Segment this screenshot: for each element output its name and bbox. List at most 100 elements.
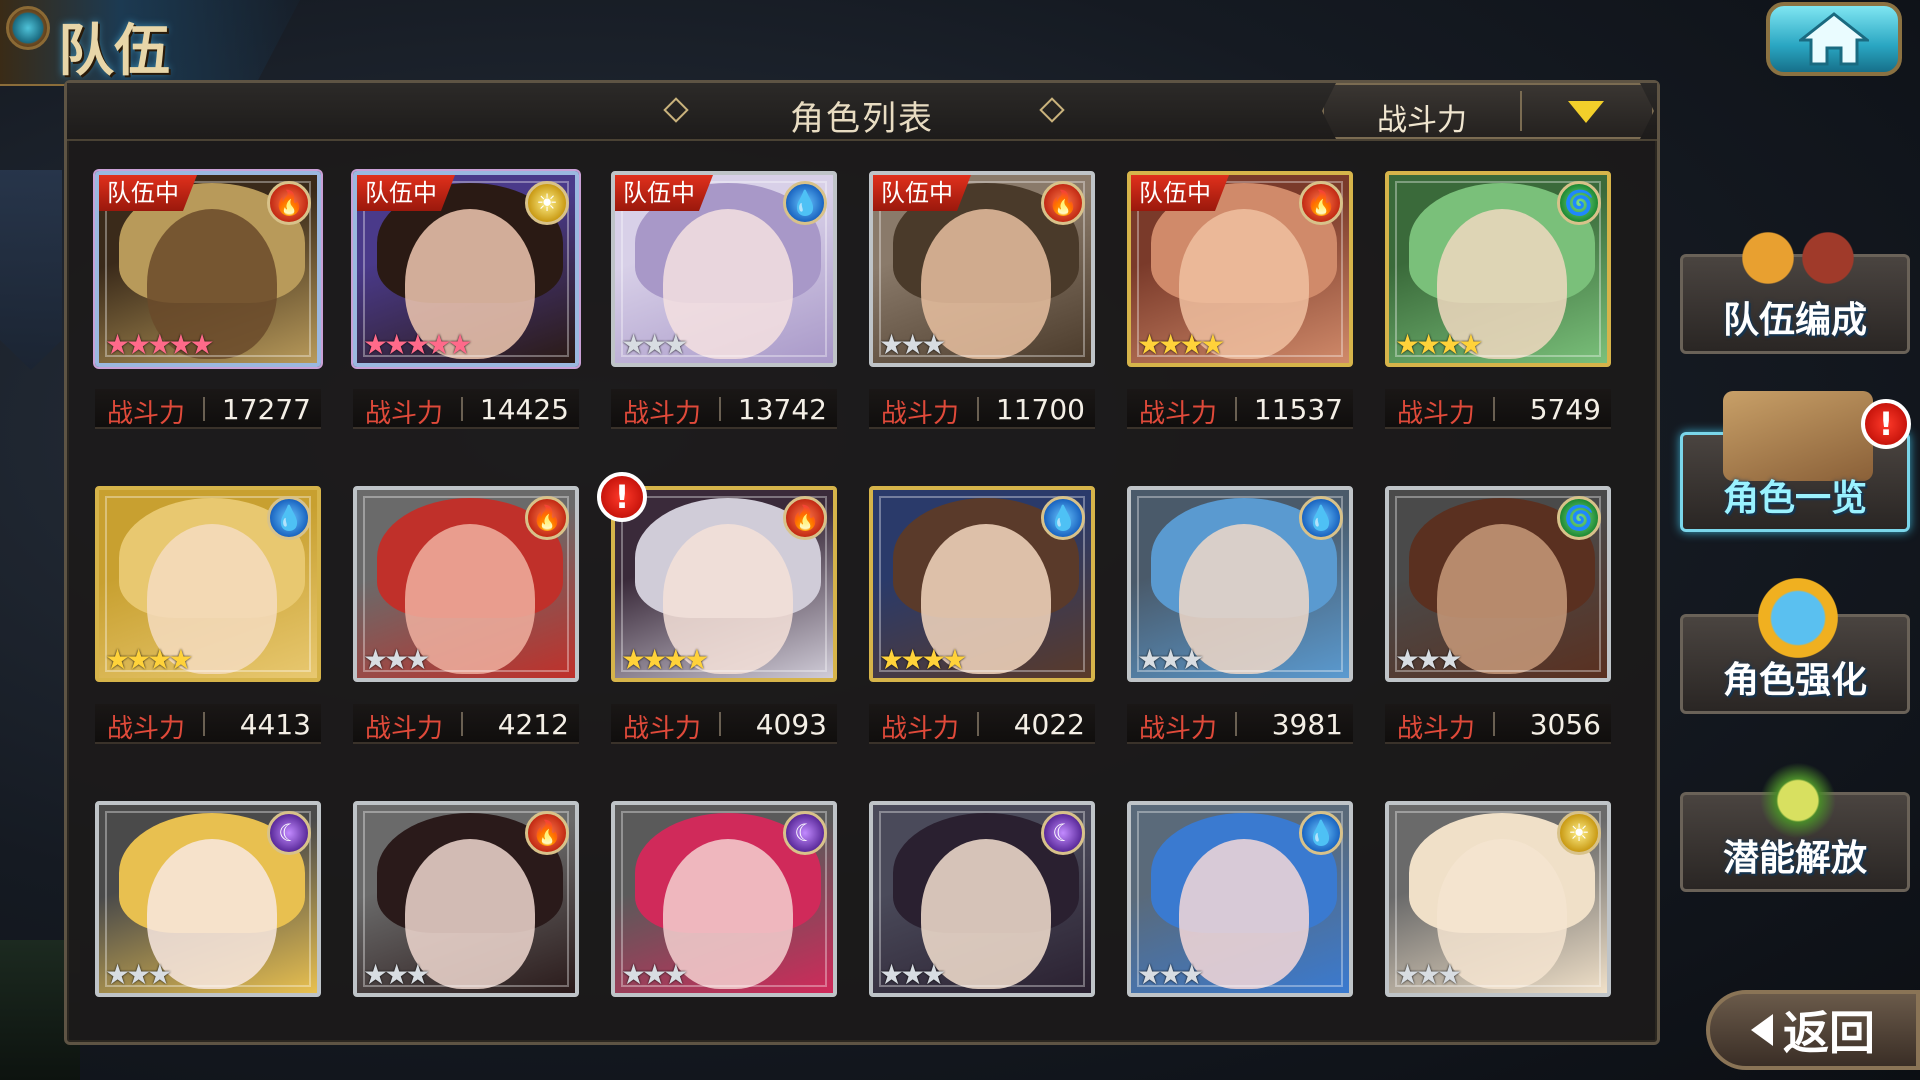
character-portrait[interactable]: ☾ ★ ★ ★ (869, 801, 1095, 997)
star-icon: ★ (147, 643, 172, 676)
power-separator (977, 397, 979, 421)
water-element-icon: 💧 (1299, 811, 1343, 855)
sort-dropdown[interactable]: 战斗力 (1322, 83, 1654, 139)
power-separator (203, 712, 205, 736)
character-card[interactable]: 🔥 ★ ★ ★ ★ 战斗力 4093! (597, 472, 841, 744)
side-menu-button[interactable]: 队伍编成 (1680, 213, 1910, 354)
star-icon: ★ (1395, 643, 1420, 676)
dark-element-icon: ☾ (267, 811, 311, 855)
power-separator (461, 397, 463, 421)
water-element-icon: 💧 (783, 181, 827, 225)
star-rating: ★ ★ ★ (363, 961, 430, 989)
star-icon: ★ (447, 328, 472, 361)
character-portrait[interactable]: 🔥 ★ ★ ★ ★ (611, 486, 837, 682)
character-card[interactable]: 队伍中 ☀ ★ ★ ★ ★ ★ 战斗力 14425 (353, 171, 583, 429)
fire-element-icon: 🔥 (267, 181, 311, 225)
character-card[interactable]: 💧 ★ ★ ★ ★ 战斗力 4022 (869, 486, 1099, 744)
character-card[interactable]: ☾ ★ ★ ★ (95, 801, 325, 1011)
power-label: 战斗力 (1139, 399, 1218, 429)
back-label: 返回 (1783, 1006, 1875, 1060)
power-separator (461, 712, 463, 736)
fire-element-icon: 🔥 (1041, 181, 1085, 225)
power-label: 战斗力 (623, 714, 702, 744)
character-portrait[interactable]: 🌀 ★ ★ ★ ★ (1385, 171, 1611, 367)
star-icon: ★ (1395, 958, 1420, 991)
character-portrait[interactable]: 🔥 ★ ★ ★ (353, 486, 579, 682)
side-menu-button[interactable]: 角色一览! (1680, 391, 1911, 532)
character-portrait[interactable]: 🔥 ★ ★ ★ (353, 801, 579, 997)
character-portrait[interactable]: ☾ ★ ★ ★ (611, 801, 837, 997)
character-card[interactable]: 🌀 ★ ★ ★ ★ 战斗力 5749 (1385, 171, 1615, 429)
back-button[interactable]: 返回 (1706, 990, 1920, 1070)
power-row: 战斗力 13742 (611, 389, 837, 429)
star-icon: ★ (363, 643, 388, 676)
star-icon: ★ (1437, 643, 1462, 676)
star-icon: ★ (921, 958, 946, 991)
home-button[interactable] (1766, 2, 1902, 76)
back-arrow-icon (1751, 1014, 1773, 1046)
power-value: 14425 (479, 393, 569, 426)
screen-title: 队伍 (58, 18, 170, 84)
character-card[interactable]: 🔥 ★ ★ ★ 战斗力 4212 (353, 486, 583, 744)
character-card[interactable]: 队伍中 🔥 ★ ★ ★ ★ 战斗力 11537 (1127, 171, 1357, 429)
star-icon: ★ (921, 643, 946, 676)
character-portrait[interactable]: 队伍中 💧 ★ ★ ★ (611, 171, 837, 367)
star-icon: ★ (168, 328, 193, 361)
side-menu-label: 角色强化 (1722, 660, 1867, 701)
power-value: 4413 (239, 708, 311, 741)
character-portrait[interactable]: 💧 ★ ★ ★ (1127, 801, 1353, 997)
wind-element-icon: 🌀 (1557, 181, 1601, 225)
character-portrait[interactable]: 💧 ★ ★ ★ ★ (95, 486, 321, 682)
character-card[interactable]: 💧 ★ ★ ★ 战斗力 3981 (1127, 486, 1357, 744)
character-portrait[interactable]: 💧 ★ ★ ★ (1127, 486, 1353, 682)
character-card[interactable]: 💧 ★ ★ ★ (1127, 801, 1357, 1011)
in-team-badge: 队伍中 (357, 175, 455, 211)
star-icon: ★ (879, 328, 904, 361)
character-card[interactable]: 💧 ★ ★ ★ ★ 战斗力 4413 (95, 486, 325, 744)
star-icon: ★ (1179, 958, 1204, 991)
star-rating: ★ ★ ★ (1395, 958, 1462, 991)
character-portrait[interactable]: ☀ ★ ★ ★ (1385, 801, 1611, 997)
character-card[interactable]: ☀ ★ ★ ★ (1385, 801, 1615, 1011)
star-icon: ★ (663, 643, 688, 676)
character-portrait[interactable]: 队伍中 ☀ ★ ★ ★ ★ ★ (353, 171, 579, 367)
character-card[interactable]: 🌀 ★ ★ ★ 战斗力 3056 (1385, 486, 1615, 744)
star-icon: ★ (1158, 643, 1183, 676)
star-icon: ★ (1458, 328, 1483, 361)
power-value: 4212 (497, 708, 569, 741)
power-value: 4093 (755, 708, 827, 741)
panel-header: 角色列表 战斗力 (67, 83, 1657, 141)
side-menu-button[interactable]: 潜能解放 (1680, 751, 1910, 892)
menu-art-icon (1723, 213, 1873, 303)
character-portrait[interactable]: ☾ ★ ★ ★ (95, 801, 321, 997)
star-icon: ★ (663, 958, 688, 991)
character-card[interactable]: ☾ ★ ★ ★ (611, 801, 841, 1011)
sort-divider (1520, 91, 1522, 131)
side-menu-button[interactable]: 角色强化 (1680, 573, 1910, 714)
star-icon: ★ (642, 328, 667, 361)
dark-element-icon: ☾ (1041, 811, 1085, 855)
star-icon: ★ (642, 643, 667, 676)
power-label: 战斗力 (1397, 399, 1476, 429)
character-portrait[interactable]: 队伍中 🔥 ★ ★ ★ (869, 171, 1095, 367)
fire-element-icon: 🔥 (525, 811, 569, 855)
character-portrait[interactable]: 🌀 ★ ★ ★ (1385, 486, 1611, 682)
character-card[interactable]: 队伍中 💧 ★ ★ ★ 战斗力 13742 (611, 171, 841, 429)
in-team-badge: 队伍中 (615, 175, 713, 211)
side-menu-label: 潜能解放 (1722, 838, 1867, 879)
power-row: 战斗力 11700 (869, 389, 1095, 429)
character-card[interactable]: 队伍中 🔥 ★ ★ ★ 战斗力 11700 (869, 171, 1099, 429)
character-portrait[interactable]: 队伍中 🔥 ★ ★ ★ ★ (1127, 171, 1353, 367)
character-card[interactable]: ☾ ★ ★ ★ (869, 801, 1099, 1011)
star-icon: ★ (147, 328, 172, 361)
character-portrait[interactable]: 队伍中 🔥 ★ ★ ★ ★ ★ (95, 171, 321, 367)
star-rating: ★ ★ ★ (621, 328, 688, 361)
character-card[interactable]: 队伍中 🔥 ★ ★ ★ ★ ★ 战斗力 17277 (95, 171, 325, 429)
star-rating: ★ ★ ★ (1137, 643, 1204, 676)
character-card[interactable]: 🔥 ★ ★ ★ (353, 801, 583, 1011)
side-menu-label: 角色一览 (1722, 478, 1867, 519)
alert-icon: ! (1861, 399, 1911, 449)
character-portrait[interactable]: 💧 ★ ★ ★ ★ (869, 486, 1095, 682)
star-rating: ★ ★ ★ ★ (1137, 331, 1225, 359)
chevron-down-icon[interactable] (1568, 101, 1604, 123)
